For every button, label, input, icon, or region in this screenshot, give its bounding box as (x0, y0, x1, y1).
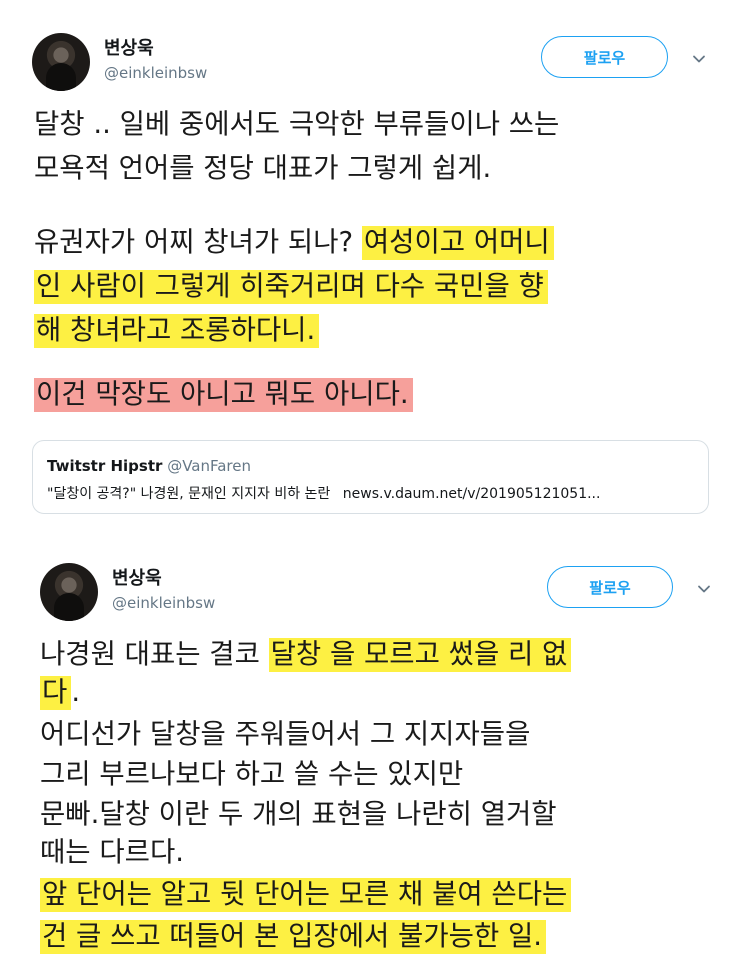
quoted-link[interactable]: news.v.daum.net/v/201905121051... (343, 486, 601, 502)
text-segment: 유권자가 어찌 창녀가 되나? (34, 226, 362, 258)
tweet-line: 달창 .. 일베 중에서도 극악한 부류들이나 쓰는 (34, 102, 559, 146)
chevron-down-icon[interactable] (691, 51, 707, 67)
text-segment: 어디선가 달창을 주워들어서 그 지지자들을 (40, 718, 531, 750)
text-segment: 모욕적 언어를 정당 대표가 그렇게 쉽게. (34, 152, 492, 184)
highlighted-text: 여성이고 어머니 (361, 226, 554, 260)
highlighted-text: 달창 을 모르고 썼을 리 없 (268, 638, 572, 672)
highlighted-text: 해 창녀라고 조롱하다니. (34, 314, 320, 348)
quoted-author: Twitstr Hipstr @VanFaren (47, 457, 251, 475)
avatar[interactable] (40, 563, 98, 621)
quoted-author-handle: @VanFaren (167, 457, 251, 475)
tweet-line: 해 창녀라고 조롱하다니. (34, 308, 320, 352)
tweet-line: 다. (40, 670, 80, 714)
text-segment: 그리 부르나보다 하고 쓸 수는 있지만 (40, 758, 464, 790)
follow-button[interactable]: 팔로우 (547, 566, 673, 608)
author-handle[interactable]: @einkleinbsw (104, 64, 207, 82)
highlighted-text: 다 (40, 676, 72, 710)
author-name[interactable]: 변상욱 (112, 564, 162, 590)
avatar[interactable] (32, 33, 90, 91)
text-segment: 때는 다르다. (40, 836, 184, 868)
tweet-line: 인 사람이 그렇게 히죽거리며 다수 국민을 향 (34, 264, 548, 308)
text-segment: . (71, 676, 81, 708)
tweet-line: 나경원 대표는 결코 달창 을 모르고 썼을 리 없 (40, 632, 572, 676)
highlighted-text: 이건 막장도 아니고 뭐도 아니다. (34, 378, 413, 412)
highlighted-text: 앞 단어는 알고 뒷 단어는 모른 채 붙여 쓴다는 (40, 878, 572, 912)
tweet-line: 유권자가 어찌 창녀가 되나? 여성이고 어머니 (34, 220, 554, 264)
chevron-down-icon[interactable] (696, 581, 712, 597)
text-segment: 나경원 대표는 결코 (40, 638, 269, 670)
tweet-line: 건 글 쓰고 떠들어 본 입장에서 불가능한 일. (40, 914, 547, 957)
follow-button[interactable]: 팔로우 (541, 36, 668, 78)
tweet-line: 어디선가 달창을 주워들어서 그 지지자들을 (40, 712, 530, 756)
quoted-headline: "달창이 공격?" 나경원, 문재인 지지자 비하 논란 (47, 486, 331, 502)
text-segment: 달창 .. 일베 중에서도 극악한 부류들이나 쓰는 (34, 108, 560, 140)
tweet: 변상욱 @einkleinbsw 팔로우 달창 .. 일베 중에서도 극악한 부… (0, 0, 743, 540)
quoted-tweet-card[interactable]: Twitstr Hipstr @VanFaren "달창이 공격?" 나경원, … (32, 440, 709, 514)
tweet: 변상욱 @einkleinbsw 팔로우 나경원 대표는 결코 달창 을 모르고… (0, 548, 743, 957)
tweet-line: 때는 다르다. (40, 830, 184, 874)
tweet-line: 모욕적 언어를 정당 대표가 그렇게 쉽게. (34, 146, 491, 190)
highlighted-text: 건 글 쓰고 떠들어 본 입장에서 불가능한 일. (40, 920, 547, 954)
quoted-author-name: Twitstr Hipstr (47, 457, 163, 475)
tweet-line: 그리 부르나보다 하고 쓸 수는 있지만 (40, 752, 463, 796)
text-segment: 문빠.달창 이란 두 개의 표현을 나란히 열거할 (40, 798, 557, 830)
author-handle[interactable]: @einkleinbsw (112, 594, 215, 612)
author-name[interactable]: 변상욱 (104, 34, 154, 60)
quoted-text: "달창이 공격?" 나경원, 문재인 지지자 비하 논란 news.v.daum… (47, 483, 600, 503)
tweet-line: 이건 막장도 아니고 뭐도 아니다. (34, 372, 413, 416)
highlighted-text: 인 사람이 그렇게 히죽거리며 다수 국민을 향 (34, 270, 548, 304)
tweet-line: 앞 단어는 알고 뒷 단어는 모른 채 붙여 쓴다는 (40, 872, 572, 916)
